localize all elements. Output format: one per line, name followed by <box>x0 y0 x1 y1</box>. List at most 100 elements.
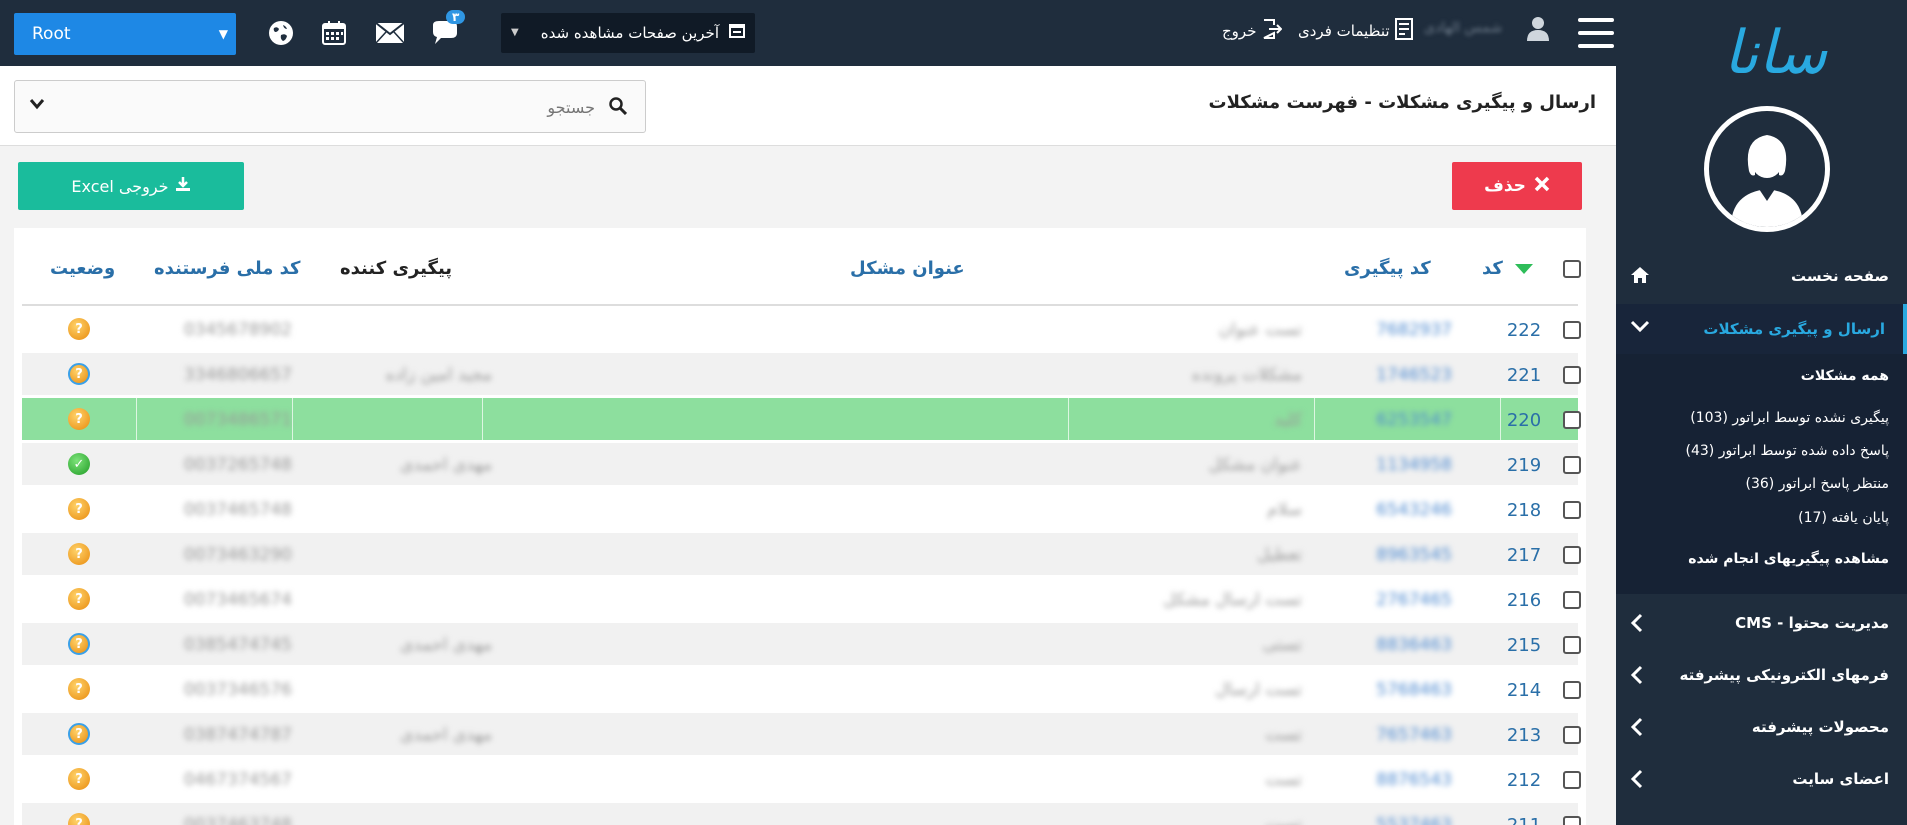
row-checkbox[interactable] <box>1563 411 1581 429</box>
mail-icon[interactable] <box>373 16 407 50</box>
cell-national-id: 0037463748 <box>183 815 292 825</box>
table-row[interactable]: 221 1746523 مشکلات پرونده مجید امین زاده 334… <box>22 353 1581 395</box>
hamburger-menu-icon[interactable] <box>1578 18 1614 48</box>
root-select[interactable]: Root ▼ <box>14 13 236 55</box>
sidebar-item-members[interactable]: اعضای سایت <box>1616 754 1907 804</box>
page-header: ارسال و پیگیری مشکلات - فهرست مشکلات <box>0 66 1616 146</box>
search-box <box>14 80 646 133</box>
cell-code: 218 <box>1506 500 1542 521</box>
cell-tracking[interactable]: 8876543 <box>1322 770 1452 790</box>
row-checkbox[interactable] <box>1563 456 1581 474</box>
table-row[interactable]: 218 6543246 سلام 0037465748? <box>22 488 1581 530</box>
cell-tracking[interactable]: 7682937 <box>1322 320 1452 340</box>
logout-button[interactable]: خروج <box>1222 18 1283 44</box>
cell-tracking[interactable]: 8836463 <box>1322 635 1452 655</box>
col-status[interactable]: وضعیت <box>50 258 115 279</box>
chat-icon[interactable]: ۳ <box>430 10 466 50</box>
table-row[interactable]: 217 8963545 تعطیل 0073463290? <box>22 533 1581 575</box>
select-all-checkbox[interactable] <box>1563 260 1581 278</box>
cell-code: 221 <box>1506 365 1542 386</box>
settings-button[interactable]: تنظیمات فردی <box>1298 18 1414 44</box>
row-checkbox[interactable] <box>1563 771 1581 789</box>
table-row[interactable]: 213 7657463 تست مهدی احمدی 0387474787? <box>22 713 1581 755</box>
cell-tracking[interactable]: 1134958 <box>1322 455 1452 475</box>
sidebar-item-home[interactable]: صفحه نخست <box>1616 251 1907 301</box>
cell-tracking[interactable]: 6543246 <box>1322 500 1452 520</box>
cell-national-id: 0037465748 <box>183 500 292 520</box>
status-done-icon: ✓ <box>68 453 90 475</box>
sidebar-item-issues[interactable]: ارسال و پیگیری مشکلات <box>1616 304 1907 354</box>
status-pending-icon: ? <box>68 813 90 825</box>
status-reply-icon: ? <box>68 363 90 385</box>
submenu-item-waiting[interactable]: منتظر پاسخ ابراتور (36) <box>1746 476 1890 492</box>
cell-title: مشکلات پرونده <box>1191 365 1302 385</box>
username: شمس الهادی <box>1424 20 1503 36</box>
close-icon <box>1534 176 1550 197</box>
recent-pages-dropdown[interactable]: ▼ آخرین صفحات مشاهده شده <box>501 13 755 53</box>
table-row[interactable]: 222 7682937 تست عنوان 0345678902? <box>22 308 1581 350</box>
col-follower[interactable]: پیگیری کننده <box>340 258 452 279</box>
avatar <box>1704 106 1830 232</box>
submenu-item-view-followups[interactable]: مشاهده پیگیریهای انجام شده <box>1688 551 1889 567</box>
column-divider <box>1314 398 1315 440</box>
search-input[interactable] <box>175 95 595 119</box>
status-reply-icon: ? <box>68 633 90 655</box>
row-checkbox[interactable] <box>1563 501 1581 519</box>
row-checkbox[interactable] <box>1563 366 1581 384</box>
calendar-icon[interactable] <box>317 16 351 50</box>
col-title[interactable]: عنوان مشکل <box>850 258 965 279</box>
top-bar: Root ▼ ۳ ▼ آخرین صفحات مشاهده شده خروج ت… <box>0 0 1616 66</box>
sidebar-item-forms[interactable]: فرمهای الکترونیکی پیشرفته <box>1616 650 1907 700</box>
delete-label: حذف <box>1484 176 1526 196</box>
row-checkbox[interactable] <box>1563 321 1581 339</box>
col-tracking[interactable]: کد پیگیری <box>1344 258 1431 279</box>
table-row[interactable]: 219 1134958 عنوان مشکل مهدی احمدی 0037265748… <box>22 443 1581 485</box>
sidebar-item-cms[interactable]: مدیریت محتوا - CMS <box>1616 598 1907 648</box>
cell-title: سلام <box>1267 500 1302 520</box>
table-row[interactable]: 214 5768463 تست ارسال 0037346576? <box>22 668 1581 710</box>
search-icon[interactable] <box>609 97 628 119</box>
cell-tracking[interactable]: 6253547 <box>1322 410 1452 430</box>
cell-national-id: 0073463290 <box>183 545 292 565</box>
cell-tracking[interactable]: 1746523 <box>1322 365 1452 385</box>
cell-code: 219 <box>1506 455 1542 476</box>
row-checkbox[interactable] <box>1563 816 1581 825</box>
cell-title: تعطیل <box>1257 545 1302 565</box>
row-checkbox[interactable] <box>1563 591 1581 609</box>
cell-tracking[interactable]: 2767465 <box>1322 590 1452 610</box>
table-row[interactable]: 220 6253547 کلید 0073486571? <box>22 398 1581 440</box>
globe-icon[interactable] <box>264 16 298 50</box>
cell-code: 213 <box>1506 725 1542 746</box>
user-icon[interactable] <box>1526 16 1550 46</box>
table-row[interactable]: 216 2767465 تست ارسال مشکل 0073465674? <box>22 578 1581 620</box>
col-national-id[interactable]: کد ملی فرستنده <box>154 258 301 279</box>
table-row[interactable]: 215 8836463 تستی مهدی احمدی 0385474745? <box>22 623 1581 665</box>
cell-code: 211 <box>1492 815 1556 825</box>
cell-national-id: 0073486571 <box>183 410 292 430</box>
row-checkbox[interactable] <box>1563 681 1581 699</box>
row-checkbox[interactable] <box>1563 546 1581 564</box>
table-row[interactable]: 211 5537463 تست 0037463748? <box>22 803 1581 825</box>
settings-label: تنظیمات فردی <box>1298 22 1390 40</box>
col-code[interactable]: کد <box>1482 258 1534 279</box>
cell-tracking[interactable]: 8963545 <box>1322 545 1452 565</box>
cell-tracking[interactable]: 5537463 <box>1322 815 1452 825</box>
cell-national-id: 0385474745 <box>183 635 292 655</box>
cell-tracking[interactable]: 7657463 <box>1322 725 1452 745</box>
cell-national-id: 0345678902 <box>183 320 292 340</box>
sidebar-item-products[interactable]: محصولات پیشرفته <box>1616 702 1907 752</box>
submenu-item-all[interactable]: همه مشکلات <box>1801 368 1889 384</box>
submenu-item-finished[interactable]: پایان یافته (17) <box>1798 510 1889 526</box>
submenu-item-not-followed[interactable]: پیگیری نشده توسط ابراتور (103) <box>1690 410 1889 426</box>
delete-button[interactable]: حذف <box>1452 162 1582 210</box>
sidebar-item-label: محصولات پیشرفته <box>1751 718 1889 736</box>
table-row[interactable]: 212 8876543 تست 0467374567? <box>22 758 1581 800</box>
row-checkbox[interactable] <box>1563 726 1581 744</box>
chevron-down-icon: ▼ <box>218 27 228 41</box>
row-checkbox[interactable] <box>1563 636 1581 654</box>
excel-export-button[interactable]: خروجی Excel <box>18 162 244 210</box>
cell-code: 212 <box>1506 770 1542 791</box>
submenu-item-answered[interactable]: پاسخ داده شده توسط ابراتور (43) <box>1686 443 1890 459</box>
chevron-down-icon[interactable] <box>29 98 45 114</box>
cell-tracking[interactable]: 5768463 <box>1322 680 1452 700</box>
